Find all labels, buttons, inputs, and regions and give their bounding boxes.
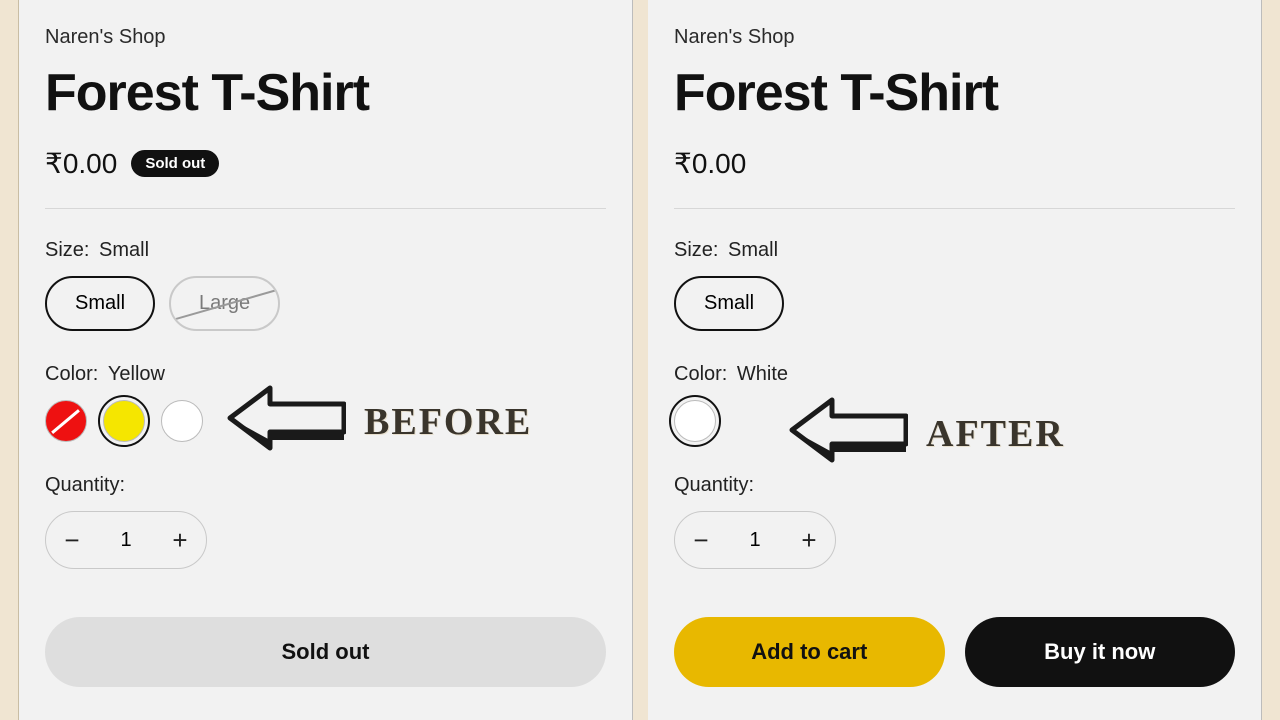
add-to-cart-button[interactable]: Add to cart bbox=[674, 617, 945, 687]
before-panel: Naren's Shop Forest T-Shirt ₹0.00 Sold o… bbox=[19, 0, 633, 720]
color-label: Color: bbox=[674, 363, 727, 385]
size-label-row: Size: Small bbox=[45, 239, 606, 262]
color-value: Yellow bbox=[108, 363, 165, 385]
quantity-label: Quantity: bbox=[674, 474, 1235, 497]
size-value: Small bbox=[99, 239, 149, 261]
shop-name: Naren's Shop bbox=[45, 26, 606, 49]
color-label-row: Color: White bbox=[674, 363, 1235, 386]
size-label: Size: bbox=[45, 239, 89, 261]
price: ₹0.00 bbox=[45, 147, 117, 180]
after-panel: Naren's Shop Forest T-Shirt ₹0.00 Size: … bbox=[648, 0, 1262, 720]
size-value: Small bbox=[728, 239, 778, 261]
quantity-stepper: − 1 + bbox=[674, 511, 836, 569]
color-swatches bbox=[45, 400, 606, 442]
quantity-decrease[interactable]: − bbox=[675, 512, 727, 568]
price-row: ₹0.00 Sold out bbox=[45, 147, 606, 180]
color-swatch-yellow[interactable] bbox=[103, 400, 145, 442]
size-options: Small bbox=[674, 276, 1235, 331]
quantity-increase[interactable]: + bbox=[154, 512, 206, 568]
quantity-value: 1 bbox=[727, 529, 783, 552]
size-options: Small Large bbox=[45, 276, 606, 331]
cta-row: Add to cart Buy it now bbox=[674, 617, 1235, 687]
color-label: Color: bbox=[45, 363, 98, 385]
color-swatch-white[interactable] bbox=[161, 400, 203, 442]
size-label-row: Size: Small bbox=[674, 239, 1235, 262]
buy-now-button[interactable]: Buy it now bbox=[965, 617, 1236, 687]
quantity-increase[interactable]: + bbox=[783, 512, 835, 568]
quantity-value: 1 bbox=[98, 529, 154, 552]
quantity-decrease[interactable]: − bbox=[46, 512, 98, 568]
quantity-stepper: − 1 + bbox=[45, 511, 207, 569]
size-option-large[interactable]: Large bbox=[169, 276, 280, 331]
price: ₹0.00 bbox=[674, 147, 746, 180]
color-swatch-red[interactable] bbox=[45, 400, 87, 442]
divider bbox=[674, 208, 1235, 209]
soldout-badge: Sold out bbox=[131, 150, 219, 177]
color-swatches bbox=[674, 400, 1235, 442]
shop-name: Naren's Shop bbox=[674, 26, 1235, 49]
product-title: Forest T-Shirt bbox=[45, 63, 606, 123]
color-label-row: Color: Yellow bbox=[45, 363, 606, 386]
color-swatch-white[interactable] bbox=[674, 400, 716, 442]
soldout-button[interactable]: Sold out bbox=[45, 617, 606, 687]
product-title: Forest T-Shirt bbox=[674, 63, 1235, 123]
size-option-small[interactable]: Small bbox=[45, 276, 155, 331]
size-option-small[interactable]: Small bbox=[674, 276, 784, 331]
divider bbox=[45, 208, 606, 209]
color-value: White bbox=[737, 363, 788, 385]
price-row: ₹0.00 bbox=[674, 147, 1235, 180]
quantity-label: Quantity: bbox=[45, 474, 606, 497]
size-label: Size: bbox=[674, 239, 718, 261]
cta-row: Sold out bbox=[45, 617, 606, 687]
